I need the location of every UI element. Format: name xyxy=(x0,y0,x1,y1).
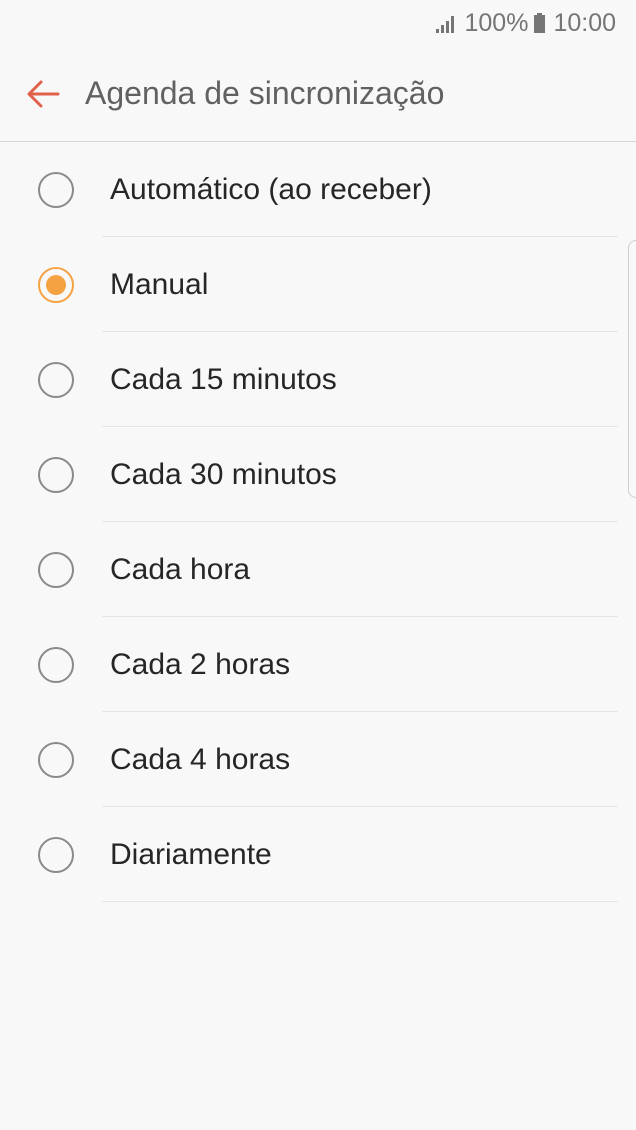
signal-bars-icon xyxy=(436,16,455,33)
radio-button[interactable] xyxy=(38,551,74,588)
option-manual[interactable]: Manual xyxy=(0,237,636,332)
arrow-left-icon xyxy=(27,80,60,107)
option-label: Automático (ao receber) xyxy=(110,172,432,206)
option-every-hour[interactable]: Cada hora xyxy=(0,522,636,617)
option-label: Diariamente xyxy=(110,837,272,871)
radio-button[interactable] xyxy=(38,456,74,493)
option-every-2-hours[interactable]: Cada 2 horas xyxy=(0,617,636,712)
sync-schedule-options: Automático (ao receber) Manual Cada 15 m… xyxy=(0,142,636,902)
page-title: Agenda de sincronização xyxy=(85,75,445,111)
option-every-4-hours[interactable]: Cada 4 horas xyxy=(0,712,636,807)
radio-button[interactable] xyxy=(38,836,74,873)
radio-button[interactable] xyxy=(38,741,74,778)
status-time: 10:00 xyxy=(553,8,616,37)
option-label: Cada 30 minutos xyxy=(110,457,337,491)
option-label: Cada 15 minutos xyxy=(110,362,337,396)
radio-button[interactable] xyxy=(38,171,74,208)
option-label: Cada 2 horas xyxy=(110,647,291,681)
app-bar: Agenda de sincronização xyxy=(0,46,636,142)
option-daily[interactable]: Diariamente xyxy=(0,807,636,902)
radio-button[interactable] xyxy=(38,266,74,303)
battery-icon xyxy=(534,13,546,33)
battery-percent: 100% xyxy=(464,8,529,37)
screen: 100% 10:00 Agenda de sincronização Autom… xyxy=(0,0,636,1130)
option-label: Manual xyxy=(110,267,209,301)
option-every-30-minutes[interactable]: Cada 30 minutos xyxy=(0,427,636,522)
option-every-15-minutes[interactable]: Cada 15 minutos xyxy=(0,332,636,427)
option-automatic[interactable]: Automático (ao receber) xyxy=(0,142,636,237)
status-bar: 100% 10:00 xyxy=(0,0,636,46)
option-label: Cada hora xyxy=(110,552,251,586)
radio-button[interactable] xyxy=(38,361,74,398)
scroll-indicator[interactable] xyxy=(628,240,636,498)
back-button[interactable] xyxy=(21,72,65,116)
radio-button[interactable] xyxy=(38,646,74,683)
option-label: Cada 4 horas xyxy=(110,742,291,776)
